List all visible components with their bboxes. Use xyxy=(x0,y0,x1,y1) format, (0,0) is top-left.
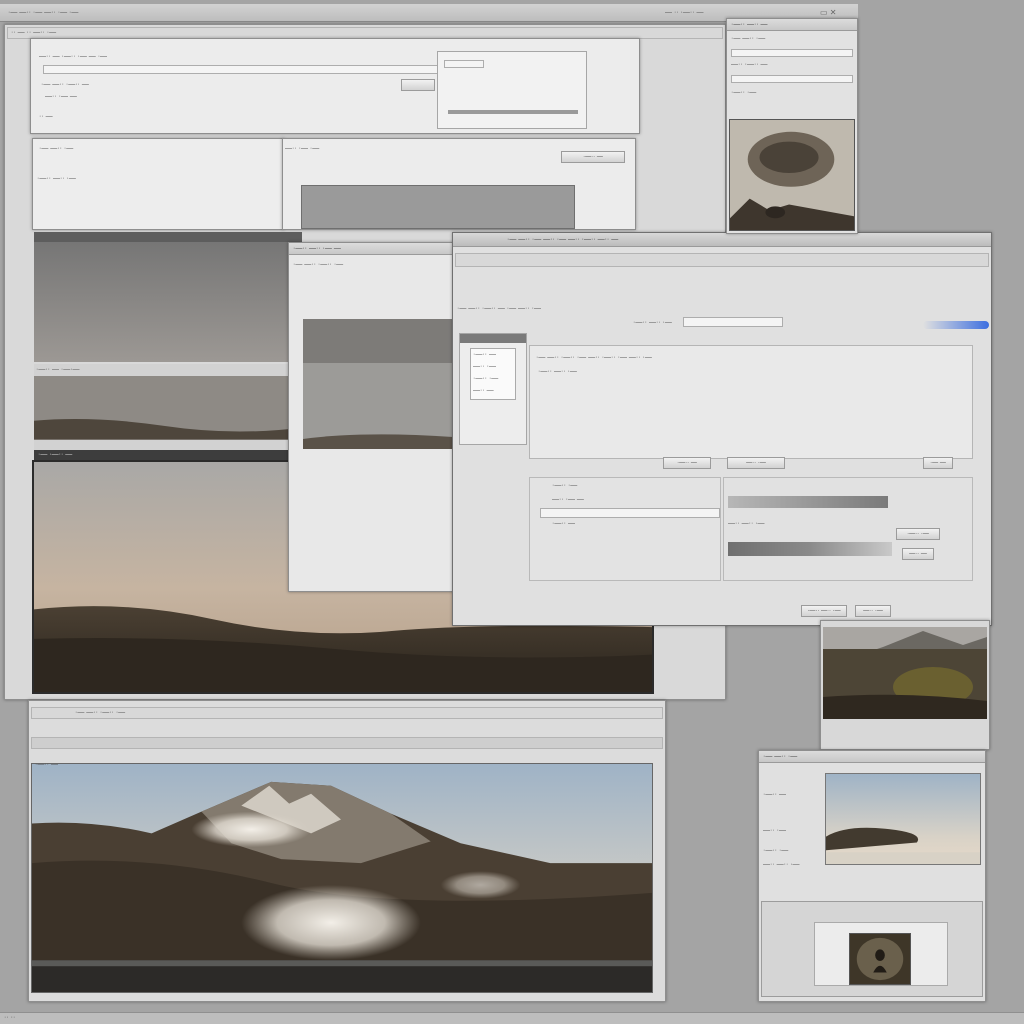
browser-inner-box xyxy=(301,185,575,229)
right-bottom-window: ·— —·· ·— ·—·· — —·· ·— ·—·· ·— —·· —·· … xyxy=(758,750,986,1002)
mid-panel-title: ·—·· —·· ·— — xyxy=(293,245,341,252)
dialog-btn-5[interactable]: —·· — xyxy=(902,548,934,560)
right-navigator-window: ·—·· —·· — ·— —·· ·— —·· ·—·· — ·—·· ·— xyxy=(726,18,858,234)
dialog-cancel-button[interactable]: —·· ·— xyxy=(855,605,891,617)
dialog-btn-3[interactable]: ·— — xyxy=(923,457,953,469)
dialog-option-b[interactable]: —·· ·— — xyxy=(552,496,584,503)
bottom-toolbar-text[interactable]: ·— —·· ·—·· ·— xyxy=(75,709,125,716)
navigator-titlebar: ·—·· —·· — xyxy=(727,19,857,31)
top-menu-text[interactable]: ·— —·· ·— —·· ·— ·— xyxy=(8,9,78,16)
browser-left-label: ·—·· —·· ·— xyxy=(37,175,76,182)
dialog-toolbar xyxy=(455,253,989,267)
browser-left-panel: ·— —·· ·— ·—·· —·· ·— xyxy=(32,138,284,230)
navigator-row-2: —·· ·—·· — xyxy=(731,61,768,68)
top-status-text: — ·· ·—·· — xyxy=(665,9,704,16)
right-preview-photo[interactable] xyxy=(823,627,987,719)
dialog-search-input[interactable] xyxy=(683,317,783,327)
bottom-image-label: ·—·· — xyxy=(35,761,58,768)
mountain-photo[interactable] xyxy=(31,763,653,993)
settings-row-3: —·· ·— — xyxy=(45,93,77,100)
photo-strip-mid: ·—·· — ·—·— xyxy=(34,364,302,450)
navigator-field-1[interactable] xyxy=(731,49,853,57)
dialog-option-field[interactable] xyxy=(540,508,720,518)
mid-panel-titlebar: ·—·· —·· ·— — xyxy=(289,243,459,255)
side-list-item[interactable]: —·· ·— xyxy=(473,363,496,370)
dialog-title: ·— —·· ·— —·· ·— —·· ·—·· —·· — xyxy=(507,236,619,243)
browser-left-title: ·— —·· ·— xyxy=(39,145,74,152)
strip-divider-text: ·— ·—·· — xyxy=(38,451,73,458)
mid-panel-row: ·— —·· ·—·· ·— xyxy=(293,261,344,268)
right-bottom-label: ·—·· ·— xyxy=(763,847,789,854)
dialog-ok-button[interactable]: ·—·· —·· ·— xyxy=(801,605,847,617)
right-bottom-title: ·— —·· ·— xyxy=(763,753,798,760)
side-list-box: ·—·· — —·· ·— ·—·· ·— —·· — xyxy=(470,348,516,400)
browser-right-panel: —·· ·— ·— ·—·· — xyxy=(282,138,636,230)
settings-row-4: ·· — xyxy=(39,113,53,120)
right-bottom-label: ·—·· — xyxy=(763,791,786,798)
dialog-heading: ·— —·· ·—·· — ·— —·· ·— xyxy=(457,305,541,312)
dialog-gradient-bar-2 xyxy=(728,542,892,556)
settings-browse-button[interactable] xyxy=(401,79,435,91)
right-bottom-titlebar: ·— —·· ·— xyxy=(759,751,985,763)
dialog-content-area: ·— —·· ·—·· ·— —·· ·—·· ·— —·· ·— ·—·· —… xyxy=(529,345,973,459)
settings-input-1[interactable] xyxy=(43,65,443,74)
dialog-titlebar: ·— —·· ·— —·· ·— —·· ·—·· —·· — xyxy=(453,233,991,247)
mid-floating-panel: ·—·· —·· ·— — ·— —·· ·—·· ·— xyxy=(288,242,460,592)
settings-subpanel xyxy=(437,51,587,129)
dialog-gradient-bar-1 xyxy=(728,496,888,508)
navigator-thumbnail[interactable] xyxy=(729,119,855,231)
subpanel-slider[interactable] xyxy=(448,110,578,114)
desktop: { "screen": { "title": "Photo editing wo… xyxy=(0,0,1024,1024)
bottom-status-text: ·· ·· xyxy=(4,1014,16,1021)
right-bottom-photo[interactable] xyxy=(825,773,981,865)
dialog-sub-label-2: —·· —·· ·— xyxy=(728,520,765,527)
bottom-viewer-window: ·— —·· ·—·· ·— ·—·· — xyxy=(28,700,666,1002)
side-list-header xyxy=(460,334,526,343)
import-dialog: ·— —·· ·— —·· ·— —·· ·—·· —·· — ·— —·· ·… xyxy=(452,232,992,626)
bottom-viewer-toolbar: ·— —·· ·—·· ·— xyxy=(31,707,663,719)
navigator-title: ·—·· —·· — xyxy=(731,21,768,28)
mid-panel-photo xyxy=(303,319,453,449)
main-toolbar-text[interactable]: ·· — ·· —·· ·— xyxy=(11,29,56,36)
side-list-item[interactable]: ·—·· — xyxy=(473,351,496,358)
right-bottom-inner xyxy=(814,922,948,986)
navigator-field-2[interactable] xyxy=(731,75,853,83)
right-bottom-label: —·· ·— xyxy=(763,827,786,834)
right-bottom-sub-window xyxy=(761,901,983,997)
dialog-option-c[interactable]: ·—·· — xyxy=(552,520,575,527)
bottom-viewer-subbar xyxy=(31,737,663,749)
dialog-options-right: —·· —·· ·— ·—·· ·— —·· — xyxy=(723,477,973,581)
photo-strip-top xyxy=(34,232,302,362)
side-list-item[interactable]: ·—·· ·— xyxy=(473,375,498,382)
subpanel-field[interactable] xyxy=(444,60,484,68)
photo-strip-divider: ·— ·—·· — xyxy=(34,450,302,460)
dialog-btn-2[interactable]: —·· ·— xyxy=(727,457,785,469)
dialog-search-label: ·—·· —·· ·— xyxy=(633,319,672,326)
dialog-side-list: ·—·· — —·· ·— ·—·· ·— —·· — xyxy=(459,333,527,445)
right-preview-window xyxy=(820,620,990,750)
side-list-item[interactable]: —·· — xyxy=(473,387,494,394)
dialog-btn-1[interactable]: ·—·· — xyxy=(663,457,711,469)
bottom-status-bar: ·· ·· xyxy=(0,1012,1024,1024)
strip-label: ·—·· — ·—·— xyxy=(36,366,80,373)
dialog-accent-tab[interactable] xyxy=(923,321,989,329)
settings-panel: —·· — ·—·· ·— — ·— ·— —·· ·—·· — —·· ·— … xyxy=(30,38,640,134)
dialog-btn-4[interactable]: ·—·· ·— xyxy=(896,528,940,540)
browser-right-title: —·· ·— ·— xyxy=(285,145,320,152)
right-bottom-label: —·· —·· ·— xyxy=(763,861,800,868)
settings-row-2: ·— —·· ·—·· — xyxy=(41,81,89,88)
navigator-row-3: ·—·· ·— xyxy=(731,89,757,96)
portrait-thumbnail[interactable] xyxy=(849,933,911,985)
dialog-option-a[interactable]: ·—·· —·· ·— xyxy=(538,368,577,375)
settings-row-1: —·· — ·—·· ·— — ·— xyxy=(39,53,108,60)
browser-right-button[interactable]: ·—·· — xyxy=(561,151,625,163)
navigator-row-1: ·— —·· ·— xyxy=(731,35,766,42)
dialog-path-text: ·— —·· ·—·· ·— —·· ·—·· ·— —·· ·— xyxy=(536,354,652,361)
dialog-sub-label-1: ·—·· ·— xyxy=(552,482,578,489)
window-controls-icon[interactable]: ▭ ✕ xyxy=(820,8,836,17)
dialog-options-left: ·—·· ·— —·· ·— — ·—·· — xyxy=(529,477,721,581)
